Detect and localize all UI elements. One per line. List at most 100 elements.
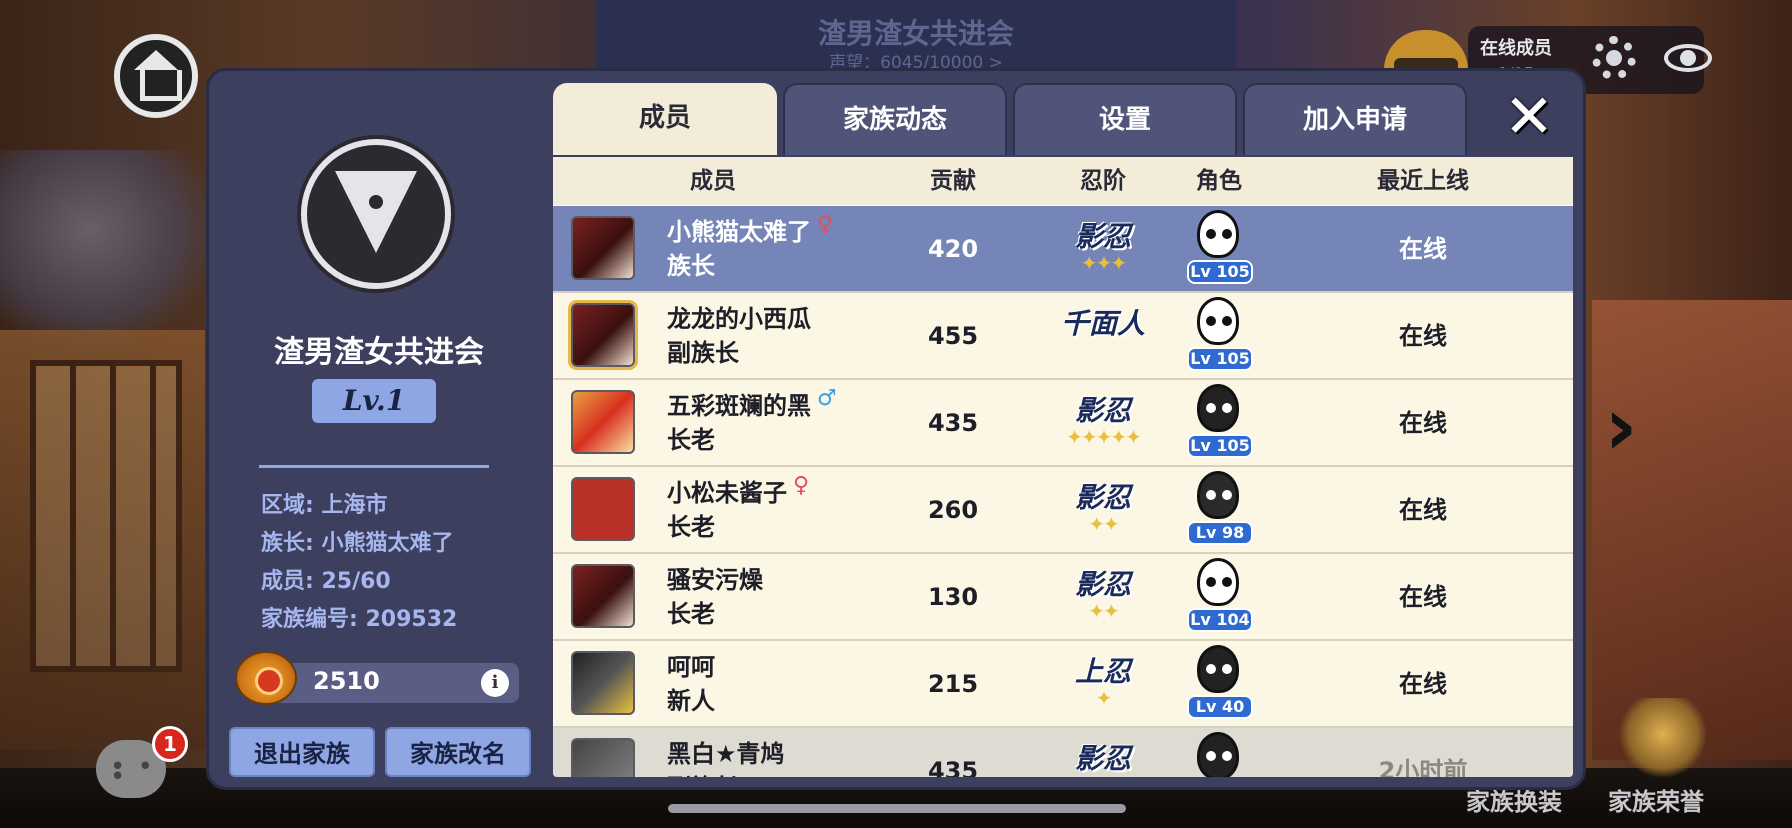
rank-badge: 影忍 ✦✦✦✦✦ <box>1051 394 1155 452</box>
member-name: 小松未酱子 <box>667 479 787 507</box>
character-portrait: Lv 40 <box>1185 643 1253 725</box>
rank-label: 上忍 <box>1074 655 1131 688</box>
family-honor-label[interactable]: 家族荣誉 <box>1608 782 1704 817</box>
rename-family-button[interactable]: 家族改名 <box>385 727 531 777</box>
member-contribution: 130 <box>927 583 979 611</box>
member-role: 长老 <box>667 426 715 454</box>
rank-stars: ✦✦✦✦✦ <box>1066 425 1142 449</box>
member-avatar <box>571 216 635 280</box>
family-region: 区域: 上海市 <box>261 493 388 518</box>
member-contribution: 260 <box>927 496 979 524</box>
header-contribution: 贡献 <box>930 168 976 194</box>
character-level: Lv 40 <box>1187 695 1253 719</box>
next-arrow-icon[interactable]: › <box>1586 387 1656 467</box>
member-status: 在线 <box>1399 235 1447 263</box>
member-name: 小熊猫太难了 <box>667 218 811 246</box>
member-contribution: 420 <box>927 235 979 263</box>
member-contribution: 455 <box>927 322 979 350</box>
tab-members[interactable]: 成员 <box>553 83 777 155</box>
member-avatar <box>568 300 638 370</box>
chat-icon[interactable]: • • • 1 <box>96 726 188 798</box>
family-emblem-icon <box>301 139 451 289</box>
member-role: 新人 <box>667 687 715 715</box>
member-avatar <box>571 738 635 777</box>
family-info-sidebar: 渣男渣女共进会 Lv.1 区域: 上海市 族长: 小熊猫太难了 成员: 25/6… <box>209 71 549 787</box>
leave-family-button[interactable]: 退出家族 <box>229 727 375 777</box>
girl-character-icon <box>1197 471 1239 519</box>
rank-badge: 千面人 <box>1051 307 1155 365</box>
family-funds-value: 2510 <box>313 667 380 695</box>
banner-title: 渣男渣女共进会 <box>817 17 1014 50</box>
info-icon[interactable]: i <box>481 669 509 697</box>
member-status: 在线 <box>1399 322 1447 350</box>
gender-female-icon: ♀ <box>817 212 834 237</box>
rank-badge: 影忍 ✦✦ <box>1051 568 1155 626</box>
background-wall-left <box>0 330 205 750</box>
rank-stars: ✦✦ <box>1088 512 1120 536</box>
table-row[interactable]: 小松未酱子 ♀ 长老 260 影忍 ✦✦ Lv 98 在线 <box>553 467 1573 554</box>
character-level: Lv 105 <box>1187 260 1253 284</box>
rank-badge: 影忍 <box>1051 742 1155 777</box>
table-row[interactable]: 骚安污燥 长老 130 影忍 ✦✦ Lv 104 在线 <box>553 554 1573 641</box>
header-character: 角色 <box>1196 168 1242 194</box>
rank-badge: 影忍 ✦✦✦ <box>1051 220 1155 278</box>
member-contribution: 435 <box>927 409 979 437</box>
rank-label: 影忍 <box>1074 742 1131 775</box>
member-avatar <box>571 564 635 628</box>
member-avatar <box>571 651 635 715</box>
member-name: 五彩斑斓的黑 <box>667 392 811 420</box>
rank-label: 影忍 <box>1074 481 1131 514</box>
gear-icon[interactable] <box>1592 36 1636 80</box>
home-icon[interactable] <box>114 34 198 118</box>
character-level: Lv 105 <box>1187 347 1253 371</box>
eye-icon[interactable] <box>1658 30 1718 86</box>
gender-male-icon: ♂ <box>817 386 837 411</box>
character-portrait <box>1185 730 1251 777</box>
character-level: Lv 104 <box>1187 608 1253 632</box>
masked-ninja-icon <box>1197 384 1239 432</box>
member-role: 长老 <box>667 600 715 628</box>
character-portrait: Lv 105 <box>1185 208 1253 290</box>
tab-family-activity[interactable]: 家族动态 <box>783 83 1007 155</box>
member-status: 在线 <box>1399 583 1447 611</box>
character-portrait: Lv 98 <box>1185 469 1253 551</box>
table-row[interactable]: 龙龙的小西瓜 副族长 455 千面人 Lv 105 在线 <box>553 293 1573 380</box>
table-row[interactable]: 黑白★青鸠 副族长 435 影忍 2小时前 <box>553 728 1573 777</box>
table-row[interactable]: 小熊猫太难了 ♀ 族长 420 影忍 ✦✦✦ Lv 105 在线 <box>553 206 1573 293</box>
background-banner: 渣男渣女共进会 声望：6045/10000 > <box>596 0 1236 73</box>
divider <box>259 465 489 468</box>
chat-badge: 1 <box>152 726 188 762</box>
family-level-badge: Lv.1 <box>312 379 436 423</box>
member-contribution: 215 <box>927 670 979 698</box>
table-header: 成员 贡献 忍阶 角色 最近上线 <box>553 157 1573 205</box>
member-avatar <box>571 390 635 454</box>
rank-badge: 上忍 ✦ <box>1051 655 1155 713</box>
rank-label: 影忍 <box>1074 568 1131 601</box>
header-last-online: 最近上线 <box>1377 168 1469 194</box>
tab-join-requests[interactable]: 加入申请 <box>1243 83 1467 155</box>
panda-icon <box>1197 210 1239 258</box>
family-panel: 渣男渣女共进会 Lv.1 区域: 上海市 族长: 小熊猫太难了 成员: 25/6… <box>206 68 1586 790</box>
masked-ninja-icon <box>1197 645 1239 693</box>
header-rank: 忍阶 <box>1080 168 1126 194</box>
character-level: Lv 105 <box>1187 434 1253 458</box>
close-icon[interactable]: ✕ <box>1501 87 1557 147</box>
member-role: 长老 <box>667 513 715 541</box>
header-member: 成员 <box>690 168 736 194</box>
table-row[interactable]: 五彩斑斓的黑 ♂ 长老 435 影忍 ✦✦✦✦✦ Lv 105 在线 <box>553 380 1573 467</box>
panda-icon <box>1197 558 1239 606</box>
table-row[interactable]: 呵呵 新人 215 上忍 ✦ Lv 40 在线 <box>553 641 1573 728</box>
tab-settings[interactable]: 设置 <box>1013 83 1237 155</box>
character-portrait: Lv 105 <box>1185 295 1253 377</box>
home-indicator-bar[interactable] <box>668 804 1126 813</box>
coin-bag-icon <box>235 651 297 705</box>
rank-label: 影忍 <box>1074 220 1131 253</box>
trophy-icon[interactable] <box>1618 698 1708 778</box>
member-name: 黑白★青鸠 <box>667 740 785 768</box>
rank-label: 影忍 <box>1074 394 1131 427</box>
member-name: 骚安污燥 <box>667 566 763 594</box>
rank-stars: ✦ <box>1095 686 1113 710</box>
rank-stars: ✦✦ <box>1088 599 1120 623</box>
member-status: 在线 <box>1399 670 1447 698</box>
family-member-count: 成员: 25/60 <box>261 569 391 594</box>
